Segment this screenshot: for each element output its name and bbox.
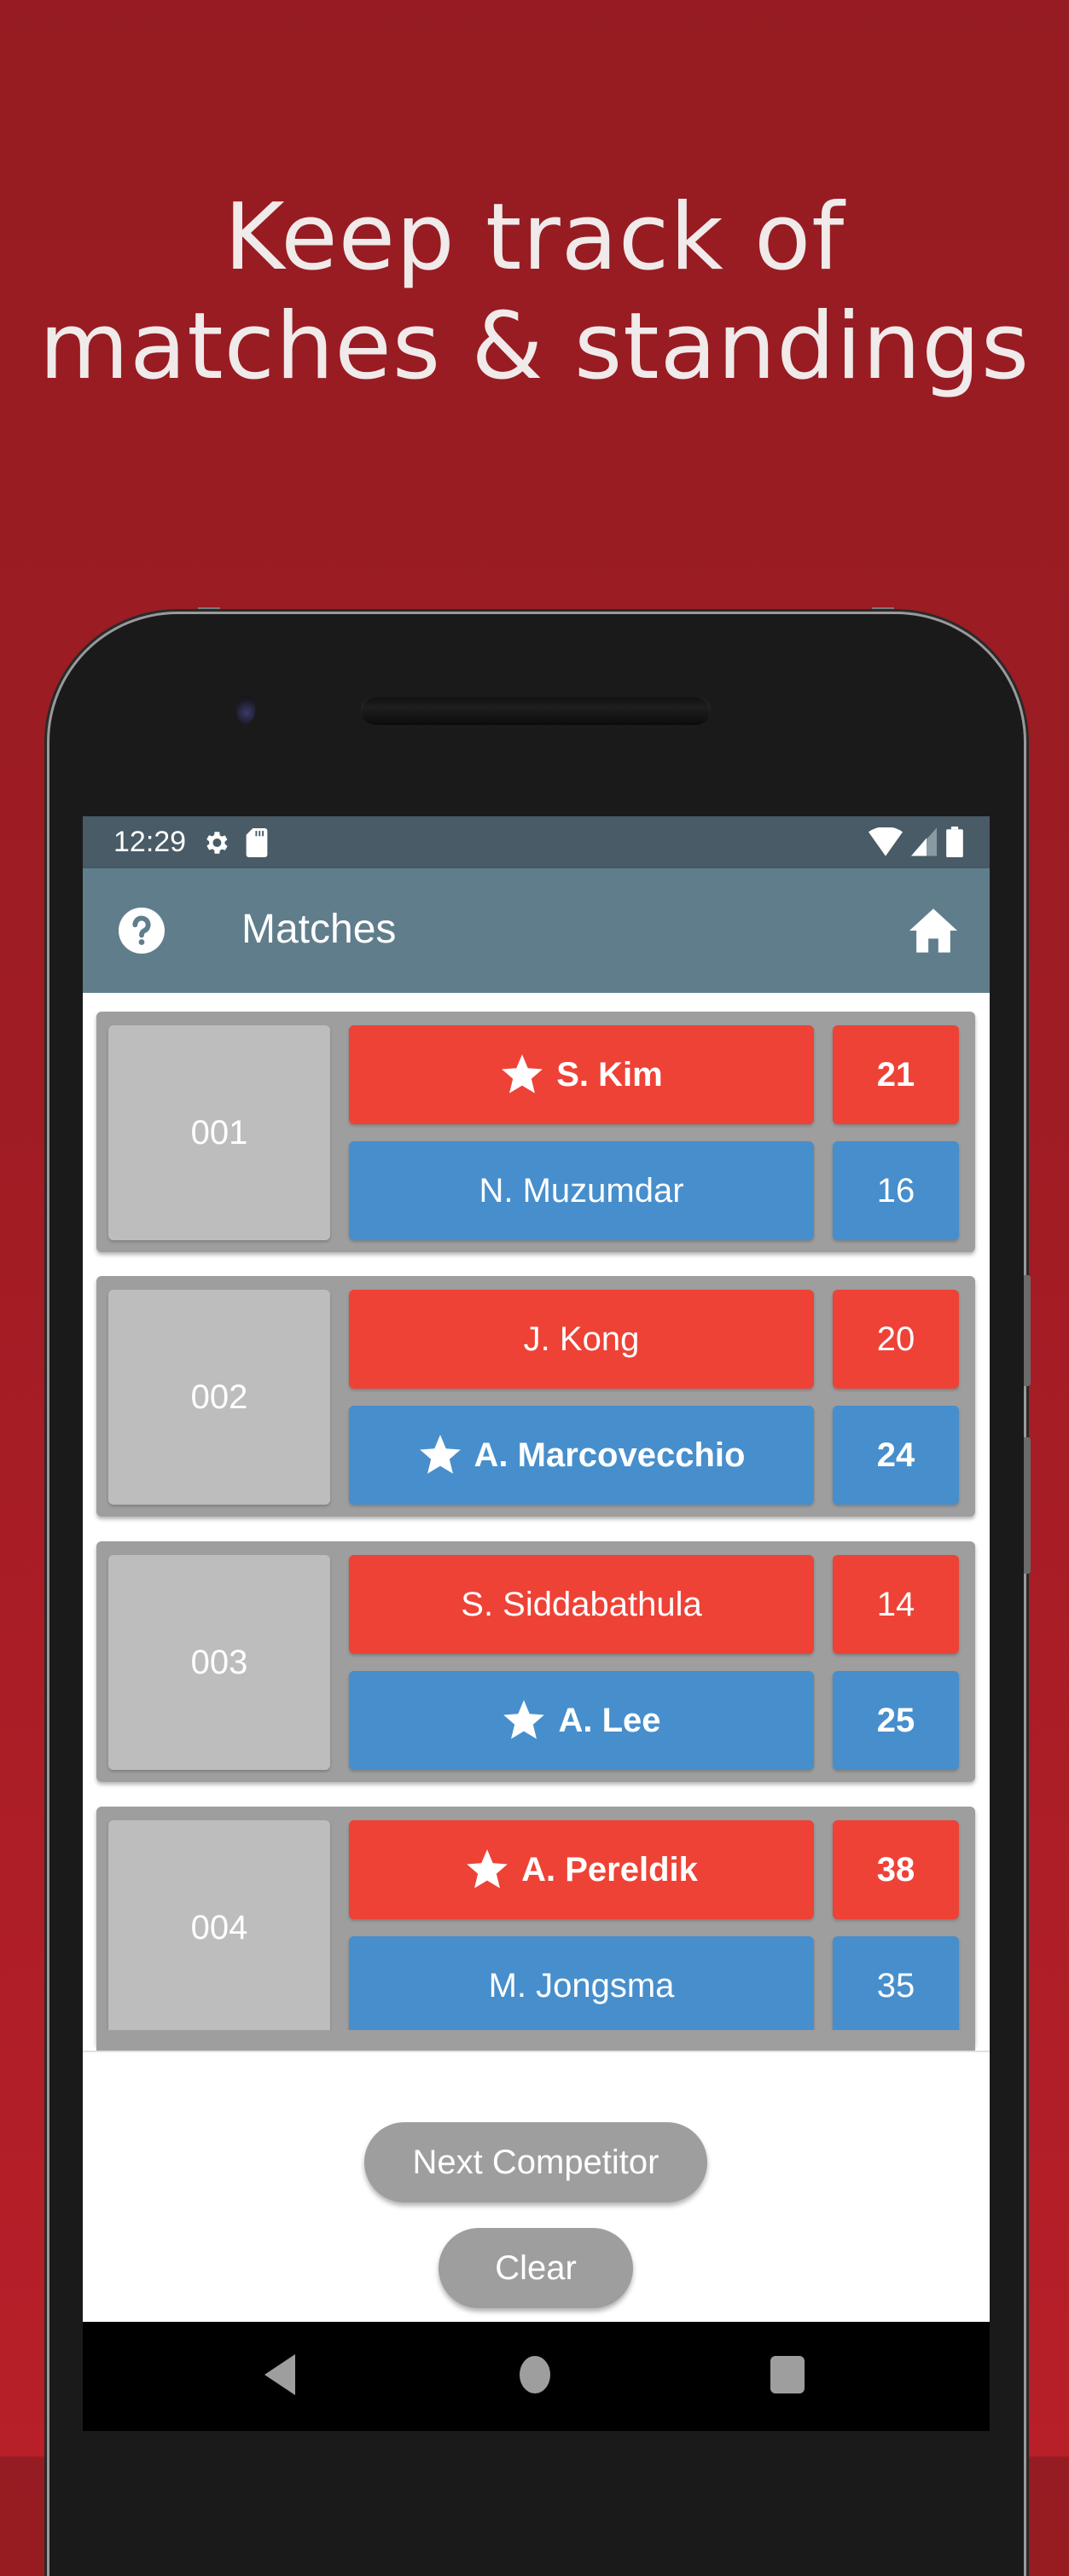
gear-icon [201,828,230,857]
blue-score[interactable]: 25 [833,1671,959,1770]
star-icon [419,1435,461,1474]
match-number: 002 [108,1290,330,1505]
red-score[interactable]: 38 [833,1820,959,1919]
recents-button[interactable] [769,2354,806,2399]
competitor-name: N. Muzumdar [479,1171,684,1210]
blue-competitor[interactable]: M. Jongsma [349,1936,814,2035]
back-button[interactable] [264,2354,299,2399]
star-icon [467,1849,508,1888]
blue-score[interactable]: 16 [833,1141,959,1240]
home-circle-icon [520,2356,550,2393]
red-competitor[interactable]: S. Kim [349,1025,814,1124]
next-competitor-button[interactable]: Next Competitor [364,2122,707,2202]
recents-icon [770,2356,805,2393]
match-card[interactable]: 001 S. Kim 21 N. Muzumdar 16 [96,1012,975,1252]
match-number: 004 [108,1820,330,2035]
competitor-name: A. Marcovecchio [473,1436,746,1474]
earpiece-speaker [361,695,711,725]
star-icon [502,1054,543,1094]
divider [83,2051,990,2052]
blue-competitor[interactable]: A. Marcovecchio [349,1406,814,1505]
headline-line-1: Keep track of [224,184,845,291]
matches-list[interactable]: 001 S. Kim 21 N. Muzumdar 16 002 J. Kong… [83,993,990,2051]
phone-power-button [1024,1275,1031,1386]
match-card[interactable]: 004 A. Pereldik 38 M. Jongsma 35 [96,1807,975,2047]
red-competitor[interactable]: A. Pereldik [349,1820,814,1919]
cell-signal-icon [911,827,937,861]
help-icon [119,908,165,954]
match-card[interactable]: 002 J. Kong 20 A. Marcovecchio 24 [96,1276,975,1517]
phone-screen: 12:29 Matches 001 S. Kim 21 N. Muzumdar … [83,816,990,2431]
promo-headline: Keep track of matches & standings [0,183,1069,402]
star-icon [503,1700,545,1739]
match-number: 003 [108,1555,330,1770]
home-icon [909,908,957,953]
wifi-icon [869,827,903,861]
battery-icon [945,827,964,862]
match-number: 001 [108,1025,330,1240]
red-score[interactable]: 21 [833,1025,959,1124]
red-competitor[interactable]: J. Kong [349,1290,814,1389]
red-score[interactable]: 14 [833,1555,959,1654]
system-nav-bar [83,2322,990,2431]
blue-competitor[interactable]: N. Muzumdar [349,1141,814,1240]
competitor-name: M. Jongsma [488,1966,675,2005]
status-time: 12:29 [113,826,187,858]
match-card-partial[interactable] [96,2030,975,2051]
competitor-name: S. Kim [556,1055,663,1094]
front-camera [236,695,255,724]
help-button[interactable] [119,908,165,954]
phone-volume-button [1024,1437,1031,1574]
headline-line-2: matches & standings [38,293,1031,400]
app-bar: Matches [83,868,990,993]
match-card[interactable]: 003 S. Siddabathula 14 A. Lee 25 [96,1541,975,1782]
home-nav-button[interactable] [518,2354,552,2399]
page-title: Matches [241,907,397,952]
competitor-name: A. Lee [558,1701,661,1739]
competitor-name: A. Pereldik [521,1850,698,1888]
home-button[interactable] [909,908,957,954]
blue-competitor[interactable]: A. Lee [349,1671,814,1770]
red-competitor[interactable]: S. Siddabathula [349,1555,814,1654]
competitor-name: J. Kong [523,1320,640,1358]
clear-button[interactable]: Clear [439,2228,633,2308]
blue-score[interactable]: 35 [833,1936,959,2035]
sd-card-icon [246,827,268,857]
blue-score[interactable]: 24 [833,1406,959,1505]
red-score[interactable]: 20 [833,1290,959,1389]
back-icon [264,2354,295,2395]
status-bar: 12:29 [83,816,990,868]
competitor-name: S. Siddabathula [461,1585,702,1623]
